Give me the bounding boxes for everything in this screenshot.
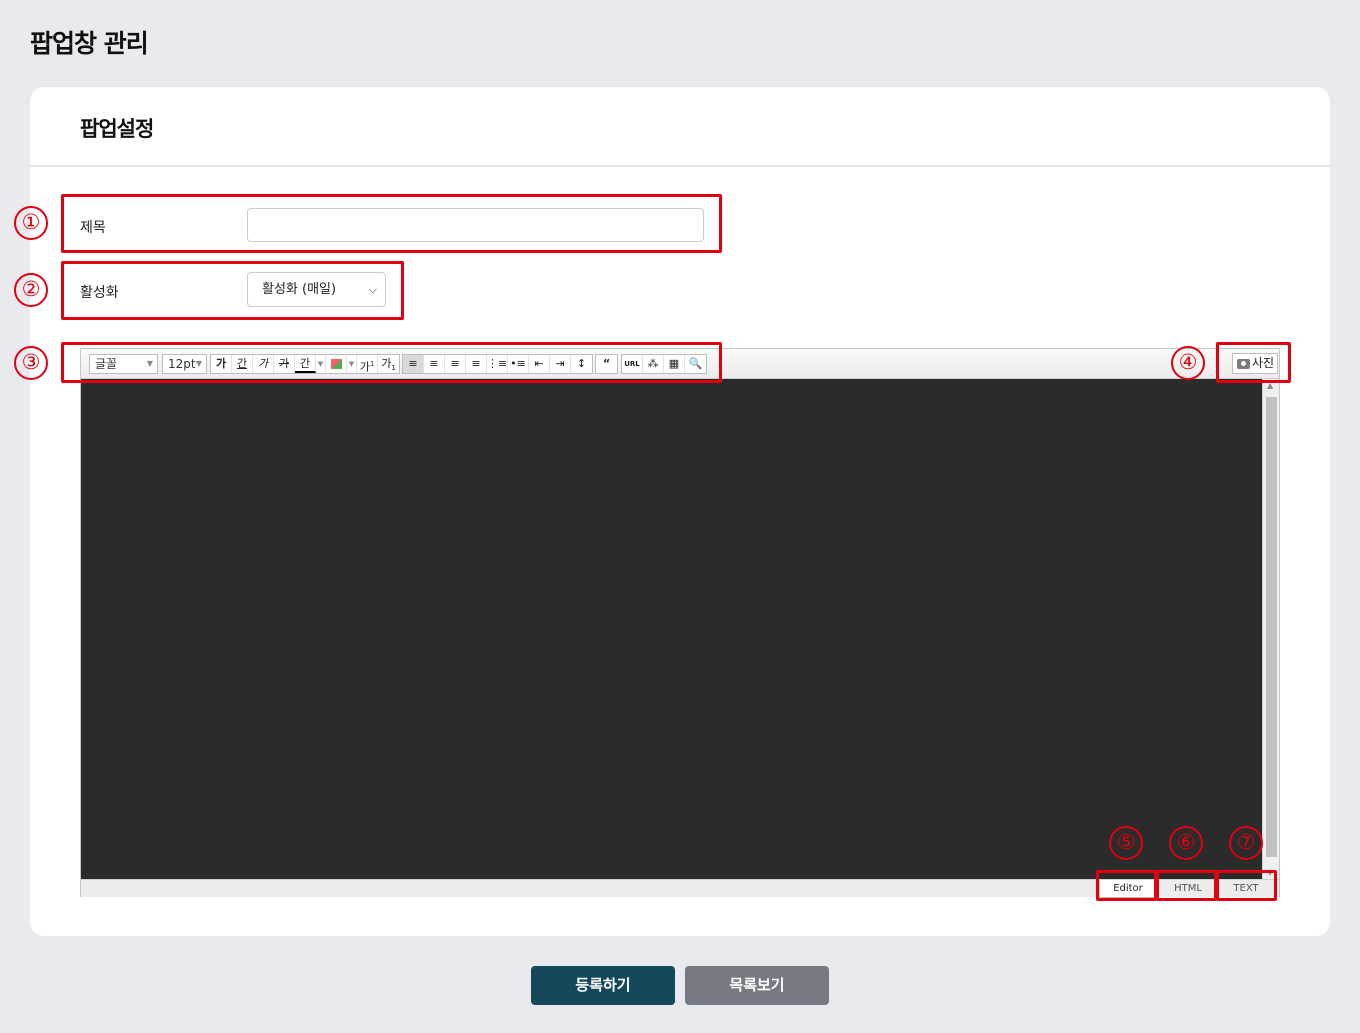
- annotation-number-3: ③: [14, 346, 48, 380]
- submit-button[interactable]: 등록하기: [531, 966, 675, 1005]
- caret-down-icon: ▼: [195, 359, 202, 368]
- activation-label: 활성화: [80, 285, 119, 301]
- annotation-number-6: ⑥: [1169, 826, 1203, 860]
- font-family-dropdown[interactable]: 글꼴 ▼: [89, 354, 158, 374]
- marker-icon: [330, 359, 342, 369]
- list-view-button[interactable]: 목록보기: [685, 966, 829, 1005]
- font-size-value: 12pt: [168, 357, 196, 371]
- text-format-group: 가 간 가 가 간 ▼ ▼ 가1 가1: [210, 354, 400, 374]
- insert-group: URL ⁂ ▦ 🔍: [621, 354, 707, 374]
- annotation-number-7: ⑦: [1229, 826, 1263, 860]
- caret-down-icon: ▼: [146, 359, 153, 368]
- search-icon[interactable]: 🔍: [685, 355, 706, 373]
- font-family-value: 글꼴: [95, 357, 118, 371]
- card-header: 팝업설정: [30, 87, 1330, 167]
- editor-toolbar: 글꼴 ▼ 12pt ▼ 가 간 가 가 간 ▼ ▼ 가1 가1 ≡ ≡ ≡ ≡: [81, 349, 1279, 379]
- tab-text[interactable]: TEXT: [1217, 880, 1275, 898]
- quote-icon[interactable]: “: [596, 355, 617, 373]
- activation-select-value: 활성화 (매일): [262, 282, 337, 297]
- annotation-number-5: ⑤: [1109, 826, 1143, 860]
- scroll-up-icon[interactable]: ▲: [1267, 381, 1273, 390]
- unordered-list-icon[interactable]: •≡: [508, 355, 529, 373]
- photo-button-label: 사진: [1252, 356, 1275, 370]
- paragraph-group: ≡ ≡ ≡ ≡ ⋮≡ •≡ ⇤ ⇥ ↕: [402, 354, 593, 374]
- editor-scrollbar[interactable]: ▲ ▼: [1262, 379, 1279, 879]
- highlight-color-button[interactable]: [326, 355, 347, 373]
- font-color-button[interactable]: 간: [295, 355, 316, 373]
- italic-button[interactable]: 가: [253, 355, 274, 373]
- scroll-down-icon[interactable]: ▼: [1267, 868, 1273, 877]
- bold-button[interactable]: 가: [211, 355, 232, 373]
- align-left-icon[interactable]: ≡: [403, 355, 424, 373]
- link-icon[interactable]: URL: [622, 355, 643, 373]
- editor-content-area[interactable]: [81, 379, 1262, 879]
- chevron-down-icon: ⌵: [368, 283, 377, 296]
- page-title: 팝업창 관리: [30, 29, 149, 58]
- caret-down-icon[interactable]: ▼: [347, 355, 357, 373]
- editor-mode-bar: Editor HTML TEXT: [81, 879, 1279, 898]
- scrollbar-thumb[interactable]: [1266, 397, 1277, 857]
- annotation-number-2: ②: [14, 273, 48, 307]
- title-input[interactable]: [247, 208, 704, 242]
- line-height-icon[interactable]: ↕: [571, 355, 592, 373]
- tab-editor[interactable]: Editor: [1099, 880, 1157, 898]
- superscript-button[interactable]: 가1: [357, 355, 378, 374]
- caret-down-icon[interactable]: ▼: [316, 355, 326, 373]
- tab-html[interactable]: HTML: [1159, 880, 1217, 898]
- card-title: 팝업설정: [80, 117, 154, 141]
- outdent-icon[interactable]: ⇤: [529, 355, 550, 373]
- strikethrough-button[interactable]: 가: [274, 355, 295, 373]
- special-char-icon[interactable]: ⁂: [643, 355, 664, 373]
- annotation-number-4: ④: [1171, 346, 1205, 380]
- title-label: 제목: [80, 220, 106, 236]
- annotation-number-1: ①: [14, 206, 48, 240]
- font-size-dropdown[interactable]: 12pt ▼: [162, 354, 207, 374]
- photo-upload-button[interactable]: 사진: [1232, 353, 1278, 374]
- underline-button[interactable]: 간: [232, 355, 253, 373]
- quote-group: “: [595, 354, 618, 374]
- subscript-button[interactable]: 가1: [378, 355, 399, 373]
- align-right-icon[interactable]: ≡: [445, 355, 466, 373]
- camera-icon: [1237, 358, 1250, 369]
- rich-text-editor: 글꼴 ▼ 12pt ▼ 가 간 가 가 간 ▼ ▼ 가1 가1 ≡ ≡ ≡ ≡: [80, 348, 1280, 898]
- align-justify-icon[interactable]: ≡: [466, 355, 487, 373]
- table-icon[interactable]: ▦: [664, 355, 685, 373]
- ordered-list-icon[interactable]: ⋮≡: [487, 355, 508, 373]
- indent-icon[interactable]: ⇥: [550, 355, 571, 373]
- align-center-icon[interactable]: ≡: [424, 355, 445, 373]
- activation-select[interactable]: 활성화 (매일) ⌵: [247, 272, 386, 307]
